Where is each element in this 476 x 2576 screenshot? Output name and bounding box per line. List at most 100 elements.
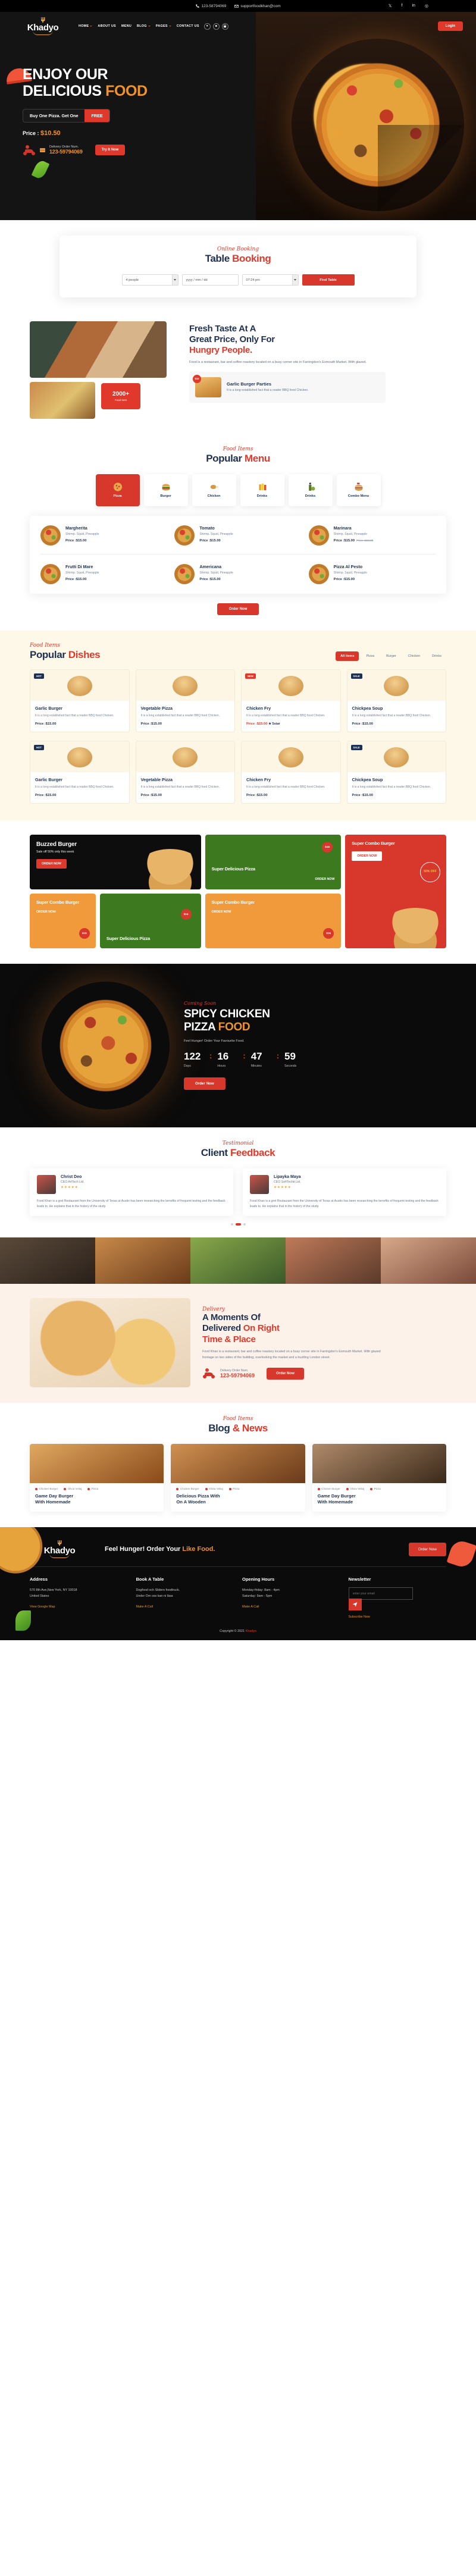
carousel-dot[interactable]: [230, 1223, 233, 1226]
try-it-now-button[interactable]: Try It Now: [95, 145, 126, 155]
nav-item-contact-us[interactable]: CONTACT US: [177, 24, 199, 28]
category-combo-menu[interactable]: Combo Menu: [336, 474, 381, 506]
subscribe-now-link[interactable]: Subscribe Now: [349, 1615, 370, 1619]
topbar-phone[interactable]: 123-58794069: [195, 4, 226, 8]
tab-pizza[interactable]: Pizza: [361, 651, 379, 661]
time-select[interactable]: 07:24 pm: [242, 274, 299, 286]
category-drinks-oil[interactable]: Drinks: [288, 474, 333, 506]
menu-order-now-button[interactable]: Order Now: [217, 603, 259, 615]
nav-item-about-us[interactable]: ABOUT US: [98, 24, 116, 28]
gallery-image-3[interactable]: [190, 1237, 286, 1284]
dish-price: Price :$15.00: [352, 793, 373, 797]
garlic-burger-card[interactable]: $15 Garlic Burger Parties It is a long e…: [189, 371, 386, 403]
dish-card[interactable]: HOT Garlic Burger It is a long establish…: [30, 740, 130, 804]
newsletter-email-input[interactable]: [348, 1587, 413, 1600]
site-logo[interactable]: Khadyo: [13, 17, 73, 35]
instagram-icon[interactable]: ◎: [425, 4, 428, 8]
menu-item[interactable]: Americana Shirmp. Squid, Pineapple Price…: [174, 564, 301, 584]
promo-buzzed-burger[interactable]: Buzzed Burger Sale off 50% only this wee…: [30, 834, 201, 889]
dish-card[interactable]: SALE Chickpea Soup It is a long establis…: [346, 740, 446, 804]
make-a-call-link[interactable]: Make A Call: [136, 1605, 153, 1609]
gallery-image-1[interactable]: [0, 1237, 95, 1284]
tab-chicken[interactable]: Chicken: [403, 651, 425, 661]
nav-item-home[interactable]: HOME: [79, 24, 93, 28]
category-pizza[interactable]: Pizza: [95, 474, 140, 506]
cart-icon[interactable]: [221, 23, 228, 30]
menu-item-price: Price :$15.00 Price :$15.00: [334, 539, 374, 543]
hero-pizza-image: [292, 39, 464, 211]
gallery-image-5[interactable]: [381, 1237, 476, 1284]
heart-icon[interactable]: ♥: [203, 23, 211, 30]
menu-item[interactable]: Frutti Di Mare Shirmp. Squid, Pineapple …: [40, 564, 167, 584]
main-header: Khadyo HOME ABOUT US MENU BLOG PAGES CON…: [0, 12, 476, 35]
booking-card: Online Booking Table Booking 4 people yy…: [60, 236, 416, 297]
footer-column-newsletter: Newsletter Subscribe Now: [348, 1577, 447, 1619]
newsletter-send-button[interactable]: [348, 1599, 362, 1611]
dish-card[interactable]: SALE Chickpea Soup It is a long establis…: [346, 669, 446, 732]
popular-menu-section: Food Items Popular Menu Pizza Burger Chi…: [0, 437, 476, 631]
order-now-button[interactable]: ORDER NOW: [352, 851, 383, 861]
dish-card[interactable]: Chicken Fry It is a long established fac…: [241, 740, 341, 804]
category-burger[interactable]: Burger: [143, 474, 188, 506]
category-drinks-juice[interactable]: Drinks: [240, 474, 284, 506]
blog-card[interactable]: Chicken Burger Olivia Veliaj Pizza Game …: [312, 1444, 446, 1512]
countdown-minutes: 47 Minutes: [251, 1051, 271, 1068]
menu-item-image: [174, 525, 195, 546]
dish-name: Garlic Burger: [35, 706, 62, 711]
dish-card[interactable]: Vegetable Pizza It is a long established…: [135, 669, 235, 732]
order-now-button[interactable]: ORDER NOW: [36, 859, 67, 869]
nav-item-pages[interactable]: PAGES: [156, 24, 171, 28]
order-now-link[interactable]: ORDER NOW: [315, 878, 334, 881]
people-select[interactable]: 4 people: [121, 274, 178, 286]
delivery-order-button[interactable]: Order Now: [267, 1367, 304, 1380]
promo-super-combo-burger-1[interactable]: Super Combo Burger ORDER NOW $15: [30, 893, 96, 948]
tab-all-items[interactable]: All Items: [336, 651, 359, 661]
promo-super-delicious-pizza[interactable]: $15 Super Delicious Pizza ORDER NOW: [205, 834, 342, 889]
carousel-dot[interactable]: [243, 1223, 246, 1226]
promo-super-combo-burger-2[interactable]: Super Combo Burger ORDER NOW $15: [205, 893, 342, 948]
delivery-call-number[interactable]: 123-59794069: [220, 1372, 255, 1378]
tab-burger[interactable]: Burger: [381, 651, 401, 661]
promo-super-delicious-pizza-2[interactable]: $15 Super Delicious Pizza: [99, 893, 201, 948]
menu-item[interactable]: Marinara Shirmp. Squid, Pineapple Price …: [308, 525, 436, 546]
linkedin-icon[interactable]: in: [412, 4, 415, 8]
login-button[interactable]: Login: [437, 21, 463, 31]
category-label: Drinks: [256, 494, 268, 498]
menu-item[interactable]: Margherita Shirmp. Squid, Pineapple Pric…: [40, 525, 167, 546]
dish-card[interactable]: NEW Chicken Fry It is a long established…: [241, 669, 341, 732]
tab-drinks[interactable]: Drinks: [427, 651, 446, 661]
hero-title-food: FOOD: [105, 83, 148, 99]
order-now-link[interactable]: ORDER NOW: [36, 910, 56, 914]
category-chicken[interactable]: Chicken: [192, 474, 236, 506]
copyright-brand[interactable]: Khadyo: [246, 1629, 256, 1633]
nav-item-menu[interactable]: MENU: [121, 24, 131, 28]
footer-order-button[interactable]: Order Now: [408, 1542, 446, 1556]
facebook-icon[interactable]: f: [401, 4, 402, 8]
menu-item[interactable]: Pizza Al Pesto Shirmp. Squid, Pineapple …: [308, 564, 436, 584]
make-a-call-link[interactable]: Make A Call: [242, 1605, 259, 1609]
find-table-button[interactable]: Find Table: [302, 274, 355, 286]
twitter-icon[interactable]: 𝕏: [389, 4, 392, 8]
food-box-icon: [40, 148, 45, 152]
promo-super-combo-burger-red[interactable]: Super Combo Burger ORDER NOW 50% OFF: [345, 834, 446, 948]
countdown-order-button[interactable]: Order Now: [184, 1077, 226, 1090]
order-now-link[interactable]: ORDER NOW: [212, 910, 231, 914]
view-google-map-link[interactable]: View Google Map: [30, 1605, 55, 1609]
gallery-image-4[interactable]: [286, 1237, 381, 1284]
blog-card[interactable]: Chicken Burger Olivia Veliaj Pizza Delic…: [171, 1444, 305, 1512]
hero-offer-banner[interactable]: Buy One Pizza. Get One FREE: [23, 109, 110, 123]
menu-item[interactable]: Tomato Shirmp. Squid, Pineapple Price :$…: [174, 525, 301, 546]
dish-card[interactable]: HOT Garlic Burger It is a long establish…: [30, 669, 130, 732]
dish-card[interactable]: Vegetable Pizza It is a long established…: [135, 740, 235, 804]
delivery-number[interactable]: 123-59794069: [49, 149, 83, 155]
gallery-image-2[interactable]: [95, 1237, 190, 1284]
user-icon[interactable]: ☻: [212, 23, 220, 30]
blog-card[interactable]: Chicken Burger Olivia Veliaj Pizza Game …: [30, 1444, 164, 1512]
carousel-dot-active[interactable]: [235, 1223, 241, 1226]
menu-item-desc: Shirmp. Squid, Pineapple: [199, 571, 233, 575]
topbar-email[interactable]: supportfoodkhan@com: [234, 4, 281, 8]
nav-item-blog[interactable]: BLOG: [137, 24, 151, 28]
price-badge: $15: [323, 927, 334, 939]
date-input[interactable]: yyyy / mm / dd: [181, 274, 239, 286]
price-current: Price :$15.00: [333, 539, 355, 543]
